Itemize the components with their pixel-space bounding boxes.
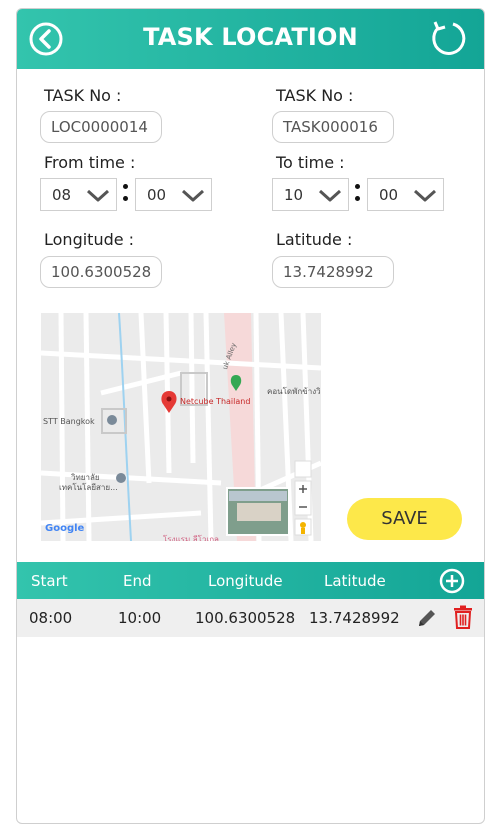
map-poi-condo: คอนโดพักข้างวิ (267, 387, 321, 396)
to-hour-select[interactable]: 10 (272, 178, 349, 211)
column-header-longitude: Longitude (208, 572, 283, 590)
map-poi-stt: STT Bangkok (43, 417, 95, 426)
latitude-label: Latitude : (276, 230, 353, 249)
to-hour-value: 10 (284, 186, 304, 204)
refresh-icon (432, 21, 466, 55)
from-hour-value: 08 (52, 186, 72, 204)
time-separator (355, 184, 360, 208)
chevron-down-icon (318, 189, 342, 202)
chevron-down-icon (413, 189, 437, 202)
app-frame: TASK LOCATION TASK No : LOC0000014 TASK … (16, 8, 485, 824)
cell-longitude: 100.6300528 (195, 609, 296, 627)
cell-end: 10:00 (118, 609, 162, 627)
add-row-button[interactable] (439, 568, 465, 594)
trash-icon (454, 605, 472, 629)
to-time-label: To time : (276, 153, 345, 172)
map-poi-college-2: เทคโนโลยีสาย... (59, 483, 118, 492)
task-no-label-right: TASK No : (276, 86, 354, 105)
from-hour-select[interactable]: 08 (40, 178, 117, 211)
table-header: Start End Longitude Latitude (17, 562, 484, 599)
column-header-end: End (123, 572, 152, 590)
delete-row-button[interactable] (453, 605, 473, 629)
chevron-down-icon (181, 189, 205, 202)
header-bar: TASK LOCATION (17, 9, 484, 69)
chevron-down-icon (86, 189, 110, 202)
from-minute-value: 00 (147, 186, 167, 204)
from-minute-select[interactable]: 00 (135, 178, 212, 211)
task-no-label-left: TASK No : (44, 86, 122, 105)
latitude-field[interactable]: 13.7428992 (272, 256, 394, 288)
task-no-field-right[interactable]: TASK000016 (272, 111, 394, 143)
column-header-start: Start (31, 572, 68, 590)
edit-row-button[interactable] (416, 607, 438, 629)
cell-latitude: 13.7428992 (309, 609, 400, 627)
plus-circle-icon (439, 568, 465, 594)
from-time-label: From time : (44, 153, 136, 172)
map-poi-bottom: โรงแรม ลีโวเกล (163, 535, 219, 541)
map-marker-label: Netcube Thailand (180, 397, 251, 406)
task-no-field-left[interactable]: LOC0000014 (40, 111, 162, 143)
map-view[interactable]: Netcube Thailand STT Bangkok วิทยาลัย เท… (41, 313, 321, 541)
cell-start: 08:00 (29, 609, 73, 627)
refresh-button[interactable] (427, 18, 467, 58)
page-title: TASK LOCATION (143, 23, 358, 51)
longitude-field[interactable]: 100.6300528 (40, 256, 162, 288)
map-canvas (41, 313, 321, 541)
time-separator (123, 184, 128, 208)
table-row: 08:00 10:00 100.6300528 13.7428992 (17, 599, 484, 637)
longitude-label: Longitude : (44, 230, 135, 249)
to-minute-select[interactable]: 00 (367, 178, 444, 211)
to-minute-value: 00 (379, 186, 399, 204)
google-logo: Google (45, 523, 85, 534)
column-header-latitude: Latitude (324, 572, 386, 590)
pencil-icon (419, 610, 435, 626)
save-button[interactable]: SAVE (347, 498, 462, 540)
